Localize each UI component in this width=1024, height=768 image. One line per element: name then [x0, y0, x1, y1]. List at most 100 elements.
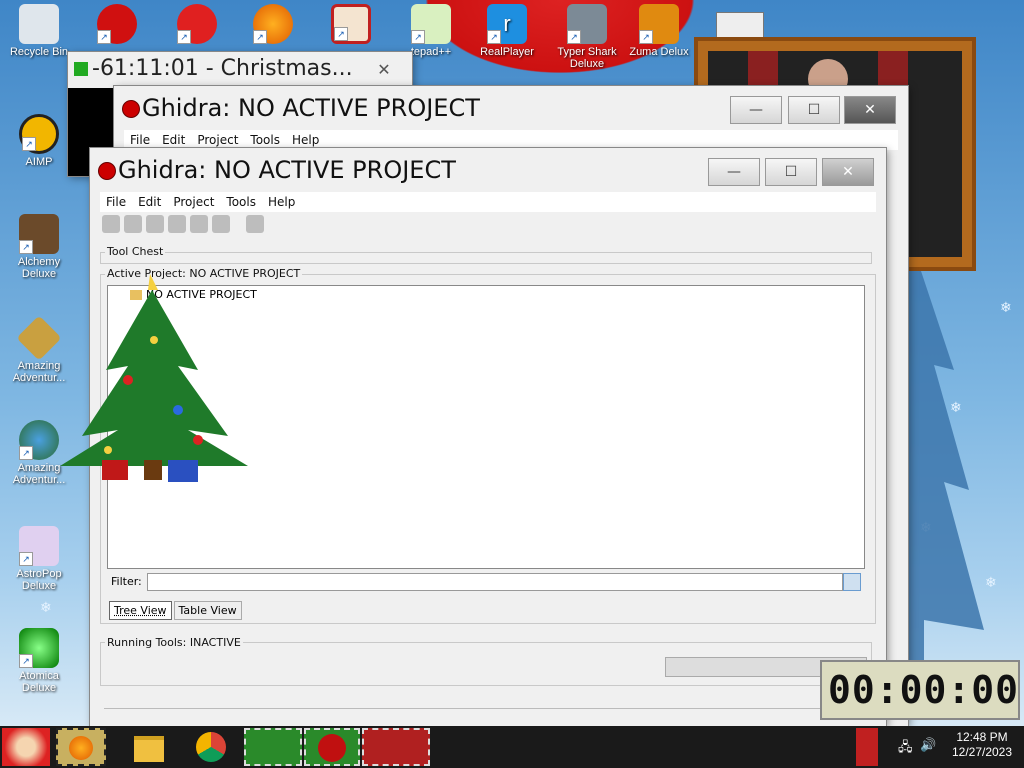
icon-label: AIMP [25, 156, 53, 168]
firefox-icon[interactable] [56, 728, 106, 766]
filter-input[interactable] [147, 573, 843, 591]
front-minimize-button[interactable]: — [708, 158, 760, 186]
back-minimize-button[interactable]: — [730, 96, 782, 124]
menu-project[interactable]: Project [167, 192, 220, 209]
notepad-plus-icon: ↗ [411, 4, 451, 44]
front-toolbar [100, 212, 876, 236]
countdown-titlebar[interactable]: -61:11:01 - Christmas... ✕ [68, 52, 412, 88]
diamond-icon [16, 315, 62, 361]
toolbar-button-1[interactable] [102, 215, 120, 233]
torii-icon: ↗ [331, 4, 371, 44]
ghidra-logo-icon [122, 100, 140, 118]
icon-label: Atomica Deluxe [19, 670, 59, 694]
menu-project[interactable]: Project [191, 130, 244, 147]
back-menubar: File Edit Project Tools Help [124, 130, 898, 150]
back-window-title: Ghidra: NO ACTIVE PROJECT [142, 94, 480, 122]
menu-file[interactable]: File [100, 192, 132, 209]
notepad-plus-desktop-icon[interactable]: ↗ tepad++ [400, 4, 462, 58]
firefox-desktop-icon[interactable]: ↗ [242, 4, 304, 46]
icon-label: Typer Shark Deluxe [557, 46, 617, 70]
realplayer-icon: r ↗ [487, 4, 527, 44]
atomica-icon: ↗ [19, 628, 59, 668]
alchemy-icon: ↗ [19, 214, 59, 254]
christmas-tree-app-icon[interactable] [244, 728, 302, 766]
recycle-bin-desktop-icon[interactable]: Recycle Bin [8, 4, 70, 58]
menu-help[interactable]: Help [262, 192, 301, 209]
back-titlebar[interactable]: Ghidra: NO ACTIVE PROJECT — ☐ ✕ [114, 86, 908, 126]
icon-label: tepad++ [410, 46, 452, 58]
toolbar-button-4[interactable] [168, 215, 186, 233]
clock-time: 12:48 PM [956, 730, 1008, 744]
running-tools-label: Running Tools: INACTIVE [105, 636, 243, 649]
realplayer-desktop-icon[interactable]: r ↗ RealPlayer [476, 4, 538, 58]
network-icon[interactable]: 🖧 [898, 738, 913, 760]
tab-table-view[interactable]: Table View [173, 601, 242, 620]
atomica-desktop-icon[interactable]: ↗ Atomica Deluxe [8, 628, 70, 694]
view-tabs: Tree View Table View [109, 601, 244, 620]
menu-edit[interactable]: Edit [156, 130, 191, 147]
tool-chest-label: Tool Chest [105, 245, 166, 258]
ghidra-logo-icon [98, 162, 116, 180]
refresh-icon[interactable] [245, 215, 264, 233]
ghidra-icon[interactable] [304, 728, 360, 766]
aimp-desktop-icon[interactable]: ↗ AIMP [8, 114, 70, 168]
firefox-icon: ↗ [253, 4, 293, 44]
toolbar-button-6[interactable] [212, 215, 230, 233]
chrome-icon[interactable] [186, 728, 236, 766]
filter-label: Filter: [111, 575, 142, 588]
menu-edit[interactable]: Edit [132, 192, 167, 209]
countdown-close-button[interactable]: ✕ [364, 58, 404, 82]
game-icon: ↗ [97, 4, 137, 44]
torii-desktop-icon[interactable]: ↗ [320, 4, 382, 46]
front-titlebar[interactable]: Ghidra: NO ACTIVE PROJECT — ☐ ✕ [90, 148, 886, 188]
menu-tools[interactable]: Tools [244, 130, 286, 147]
snowflake: ❄ [40, 600, 52, 616]
christmas-tree-decoration [60, 274, 248, 482]
santa-icon[interactable] [2, 728, 50, 766]
icon-label: Recycle Bin [9, 46, 69, 58]
astropop-icon: ↗ [19, 526, 59, 566]
astropop-desktop-icon[interactable]: ↗ AstroPop Deluxe [8, 526, 70, 592]
menu-file[interactable]: File [124, 130, 156, 147]
taskbar-app-slot[interactable] [362, 728, 430, 766]
red-puff-icon: ↗ [177, 4, 217, 44]
snowflake: ❄ [1000, 300, 1012, 316]
clock-date: 12/27/2023 [951, 745, 1013, 759]
tab-tree-view[interactable]: Tree View [109, 601, 172, 620]
status-area [104, 708, 874, 727]
front-window-title: Ghidra: NO ACTIVE PROJECT [118, 156, 456, 184]
typer-shark-desktop-icon[interactable]: ↗ Typer Shark Deluxe [554, 4, 620, 70]
back-close-button[interactable]: ✕ [844, 96, 896, 124]
icon-label: Zuma Delux [629, 46, 689, 58]
icon-label: Alchemy Deluxe [17, 256, 61, 280]
timer-digits: 00:00:00 [828, 668, 1020, 712]
running-tools-group: Running Tools: INACTIVE [100, 636, 872, 686]
menu-tools[interactable]: Tools [220, 192, 262, 209]
icon-label: AstroPop Deluxe [16, 568, 62, 592]
clock[interactable]: 12:48 PM 12/27/2023 [944, 730, 1020, 760]
toolbar-button-3[interactable] [146, 215, 164, 233]
small-window-icon[interactable] [716, 12, 764, 38]
tray-flag-icon[interactable] [856, 728, 878, 766]
toolbar-button-5[interactable] [190, 215, 208, 233]
countdown-timer-widget[interactable]: 00:00:00 [820, 660, 1020, 720]
aimp-icon: ↗ [19, 114, 59, 154]
game-desktop-icon[interactable]: ↗ [86, 4, 148, 46]
filter-clear-icon[interactable] [843, 573, 861, 591]
menu-help[interactable]: Help [286, 130, 325, 147]
toolbar-button-2[interactable] [124, 215, 142, 233]
back-maximize-button[interactable]: ☐ [788, 96, 840, 124]
recycle-bin-icon [19, 4, 59, 44]
countdown-title: -61:11:01 - Christmas... [92, 56, 353, 81]
red-puff-desktop-icon[interactable]: ↗ [166, 4, 228, 46]
front-maximize-button[interactable]: ☐ [765, 158, 817, 186]
christmas-tree-icon [74, 62, 88, 76]
taskbar: 🖧 🔊 12:48 PM 12/27/2023 [0, 726, 1024, 768]
zuma-desktop-icon[interactable]: ↗ Zuma Delux [628, 4, 690, 58]
file-explorer-icon[interactable] [124, 728, 174, 766]
front-close-button[interactable]: ✕ [822, 158, 874, 186]
volume-icon[interactable]: 🔊 [920, 738, 936, 753]
snowflake: ❄ [985, 575, 997, 591]
shark-icon: ↗ [567, 4, 607, 44]
front-menubar: File Edit Project Tools Help [100, 192, 876, 212]
